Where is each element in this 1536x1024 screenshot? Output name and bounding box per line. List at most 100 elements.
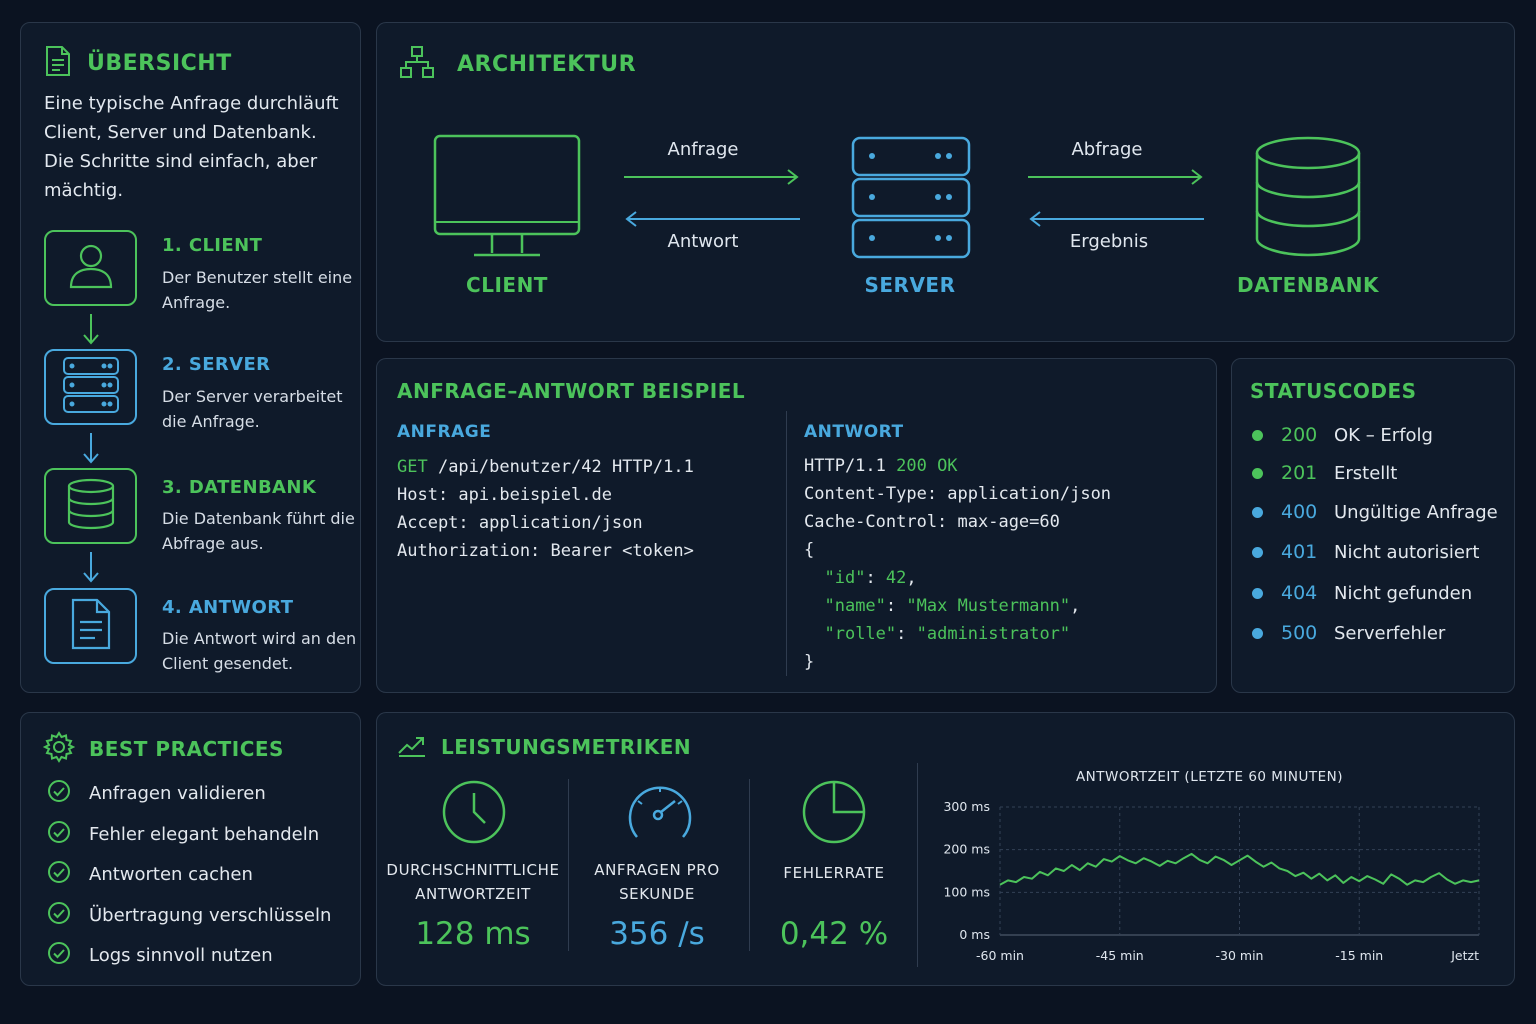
y-tick-label: 100 ms	[943, 884, 990, 899]
step-desc: Die Datenbank führt die Abfrage aus.	[162, 509, 355, 553]
status-dot	[1252, 546, 1263, 558]
status-text: OK – Erfolg	[1334, 424, 1433, 446]
step-desc: Der Benutzer stellt eine Anfrage.	[162, 268, 353, 312]
status-text: Nicht autorisiert	[1334, 541, 1480, 563]
best-practices-header: BEST PRACTICES	[42, 731, 284, 767]
gear-icon	[42, 731, 76, 767]
step-client-box	[44, 230, 137, 306]
example-title: ANFRAGE–ANTWORT BEISPIEL	[397, 379, 746, 403]
request-heading: ANFRAGE	[397, 422, 492, 442]
step-desc: Der Server verarbeitet die Anfrage.	[162, 387, 343, 431]
database-icon	[66, 478, 116, 534]
status-dot	[1252, 627, 1263, 639]
x-tick-label: -15 min	[1335, 948, 1383, 963]
y-tick-label: 200 ms	[943, 842, 990, 857]
step-title: 2. SERVER	[162, 354, 271, 375]
best-practice-text: Fehler elegant behandeln	[89, 823, 320, 845]
node-label-database: DATENBANK	[1236, 273, 1380, 297]
y-tick-label: 300 ms	[943, 799, 990, 814]
architecture-header: ARCHITEKTUR	[399, 45, 636, 83]
best-practice-item: Übertragung verschlüsseln	[47, 901, 331, 930]
best-practices-title: BEST PRACTICES	[89, 737, 284, 761]
best-practice-item: Logs sinnvoll nutzen	[47, 941, 273, 970]
status-code: 201	[1281, 462, 1318, 484]
x-tick-label: -45 min	[1096, 948, 1144, 963]
status-dot	[1252, 506, 1263, 518]
metric-label-line: ANTWORTZEIT	[415, 885, 531, 903]
divider	[917, 763, 918, 967]
status-dot	[1252, 587, 1263, 599]
status-text: Ungültige Anfrage	[1334, 501, 1498, 523]
request-header-accept: Accept: application/json	[397, 513, 643, 533]
clock-icon	[442, 780, 506, 844]
json-brace: {	[804, 540, 815, 560]
x-tick-label: -60 min	[976, 948, 1024, 963]
document-icon	[43, 45, 73, 81]
metric-label-line: SEKUNDE	[619, 885, 695, 903]
arrow-down-icon	[83, 314, 99, 345]
best-practice-text: Übertragung verschlüsseln	[89, 904, 332, 926]
status-code: 404	[1281, 582, 1318, 604]
metric-label-line: ANFRAGEN PRO	[594, 861, 720, 879]
metrics-title: LEISTUNGSMETRIKEN	[441, 735, 692, 759]
metric-label: ANFRAGEN PRO SEKUNDE	[567, 858, 747, 906]
json-value: 42	[885, 568, 907, 588]
status-dot	[1252, 467, 1263, 479]
node-label-client: CLIENT	[466, 273, 548, 297]
request-header-host: Host: api.beispiel.de	[397, 485, 612, 505]
response-header-cache: Cache-Control: max-age=60	[804, 512, 1060, 532]
overview-header: ÜBERSICHT	[43, 45, 232, 81]
check-circle-icon	[47, 820, 71, 849]
http-method: GET	[397, 457, 428, 477]
status-code: 200	[1281, 424, 1318, 446]
y-tick-label: 0 ms	[959, 927, 990, 942]
example-panel: ANFRAGE–ANTWORT BEISPIEL ANFRAGE GET /ap…	[376, 358, 1217, 693]
monitor-icon	[433, 134, 581, 257]
status-text: Serverfehler	[1334, 622, 1446, 644]
status-row: 500 Serverfehler	[1252, 618, 1445, 648]
check-circle-icon	[47, 941, 71, 970]
server-icon	[851, 136, 971, 259]
response-code: HTTP/1.1 200 OK Content-Type: applicatio…	[804, 456, 1112, 672]
metric-value: 128 ms	[415, 916, 531, 952]
json-key: "name"	[824, 596, 886, 616]
chart-title: ANTWORTZEIT (LETZTE 60 MINUTEN)	[1076, 769, 1343, 785]
step-title: 4. ANTWORT	[162, 597, 294, 618]
arrow-down-icon	[83, 552, 99, 583]
request-line: /api/benutzer/42 HTTP/1.1	[427, 457, 694, 477]
response-heading: ANTWORT	[804, 422, 904, 442]
gauge-icon	[628, 786, 692, 838]
status-dot	[1252, 429, 1263, 441]
json-value: "administrator"	[916, 624, 1071, 644]
status-row: 200 OK – Erfolg	[1252, 420, 1433, 450]
hierarchy-icon	[399, 45, 435, 83]
response-header-content-type: Content-Type: application/json	[804, 484, 1112, 504]
status-text: Erstellt	[1334, 462, 1398, 484]
metric-label-line: FEHLERRATE	[783, 864, 885, 882]
response-time-chart: ANTWORTZEIT (LETZTE 60 MINUTEN) 300 ms 200…	[943, 769, 1480, 963]
status-code: 401	[1281, 541, 1318, 563]
check-circle-icon	[47, 901, 71, 930]
best-practice-text: Antworten cachen	[89, 864, 253, 885]
metric-label-line: DURCHSCHNITTLICHE	[386, 861, 560, 879]
best-practice-text: Logs sinnvoll nutzen	[89, 945, 273, 966]
check-circle-icon	[47, 860, 71, 889]
pie-chart-icon	[802, 780, 866, 844]
request-header-auth: Authorization: Bearer <token>	[397, 541, 694, 561]
user-icon	[67, 241, 115, 295]
arrow-down-icon	[83, 433, 99, 464]
best-practice-item: Antworten cachen	[47, 860, 253, 889]
status-panel: STATUSCODES 200 OK – Erfolg 201 Erstellt 400…	[1231, 358, 1515, 693]
divider	[786, 411, 787, 676]
status-code: 500	[1281, 622, 1318, 644]
arrow-label-query: Abfrage	[1071, 139, 1143, 160]
step-desc: Die Antwort wird an den Client gesendet.	[162, 629, 357, 673]
status-title: STATUSCODES	[1250, 379, 1417, 403]
status-row: 400 Ungültige Anfrage	[1252, 497, 1498, 527]
database-icon	[1255, 136, 1361, 257]
overview-panel: ÜBERSICHT Eine typische Anfrage durchläu…	[20, 22, 361, 693]
metric-label: FEHLERRATE	[744, 861, 924, 885]
status-row: 201 Erstellt	[1252, 458, 1397, 488]
best-practice-item: Fehler elegant behandeln	[47, 820, 319, 849]
step-title: 1. CLIENT	[162, 235, 263, 256]
